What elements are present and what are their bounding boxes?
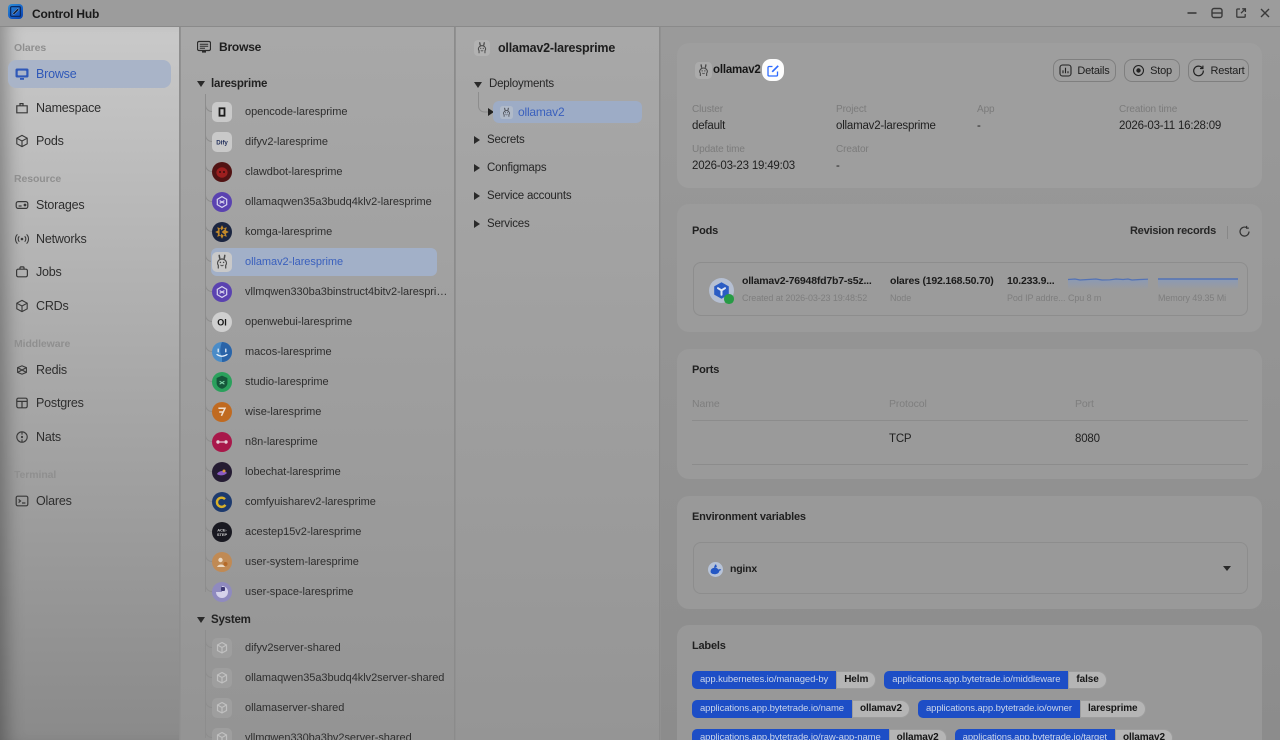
svg-text:Dify: Dify xyxy=(216,140,228,147)
svg-text:OI: OI xyxy=(217,317,226,327)
svg-text:STEP: STEP xyxy=(217,532,228,537)
